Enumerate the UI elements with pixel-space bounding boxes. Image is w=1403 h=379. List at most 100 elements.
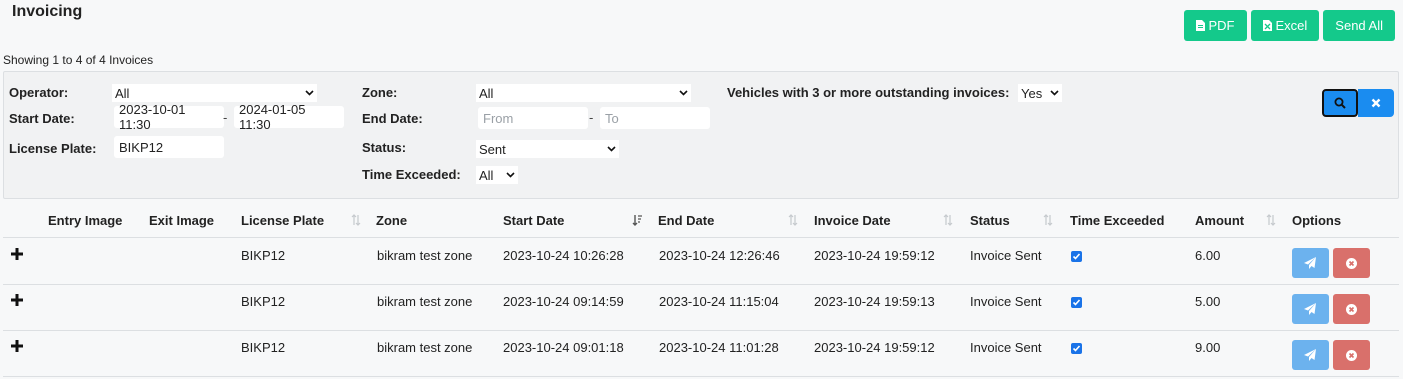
table-row: BIKP12 bikram test zone 2023-10-24 09:14… [3,285,1399,331]
sort-icon[interactable] [943,214,953,226]
send-icon [1304,257,1316,269]
send-icon [1304,349,1316,361]
col-options: Options [1292,213,1342,228]
time-exceeded-label: Time Exceeded: [362,167,461,182]
showing-count: Showing 1 to 4 of 4 Invoices [3,53,154,67]
plus-icon[interactable] [11,340,23,352]
operator-select-value: All [115,85,130,101]
plus-icon[interactable] [11,294,23,306]
status-select[interactable]: Sent [476,140,619,158]
status-select-value: Sent [479,141,506,157]
cell-status: Invoice Sent [970,248,1042,263]
sort-desc-icon[interactable] [632,214,642,226]
cell-zone: bikram test zone [377,294,473,309]
checkbox-icon [1072,345,1081,352]
send-invoice-button[interactable] [1292,294,1329,324]
end-date-from-input[interactable]: From [478,107,588,129]
time-exceeded-select[interactable]: All [476,166,518,184]
sort-icon[interactable] [1043,214,1053,226]
time-exceeded-checkbox[interactable] [1071,297,1082,308]
excel-button[interactable]: Excel [1250,10,1320,41]
send-invoice-button[interactable] [1292,340,1329,370]
operator-select[interactable]: All [112,84,317,102]
start-date-label: Start Date: [9,111,75,126]
cell-zone: bikram test zone [377,340,473,355]
send-icon [1304,303,1316,315]
cell-amount: 6.00 [1195,248,1221,263]
cell-invoice-date: 2023-10-24 19:59:12 [814,340,935,355]
plus-icon[interactable] [11,248,23,260]
time-exceeded-checkbox[interactable] [1071,251,1082,262]
zone-label: Zone: [362,85,398,100]
cell-invoice-date: 2023-10-24 19:59:13 [814,294,935,309]
sort-icon[interactable] [351,214,361,226]
file-excel-icon [1262,20,1272,31]
filter-panel: Operator: All Start Date: 2023-10-01 11:… [3,71,1399,199]
chevron-down-icon [679,90,688,96]
chevron-down-icon [305,90,314,96]
search-icon [1334,97,1346,109]
start-date-to-input[interactable]: 2024-01-05 11:30 [234,102,344,132]
cell-amount: 9.00 [1195,340,1221,355]
pdf-button[interactable]: PDF [1183,10,1247,41]
file-pdf-icon [1195,20,1205,31]
col-entry-image: Entry Image [48,213,123,228]
cell-invoice-date: 2023-10-24 19:59:12 [814,248,935,263]
delete-invoice-button[interactable] [1333,340,1370,370]
end-date-label: End Date: [362,111,423,126]
cell-zone: bikram test zone [377,248,473,263]
license-plate-label: License Plate: [9,141,97,156]
license-plate-input[interactable]: BIKP12 [114,136,224,158]
sort-icon[interactable] [1266,214,1276,226]
chevron-down-icon [1050,90,1059,96]
cell-end-date: 2023-10-24 12:26:46 [659,248,780,263]
end-date-to-input[interactable]: To [600,107,710,129]
search-button[interactable] [1322,89,1358,117]
send-all-button-label: Send All [1335,18,1383,33]
cell-license-plate: BIKP12 [241,248,286,263]
cell-license-plate: BIKP12 [241,340,286,355]
cell-amount: 5.00 [1195,294,1221,309]
cell-end-date: 2023-10-24 11:15:04 [659,294,779,309]
table-header: Entry Image Exit Image License Plate Zon… [3,205,1399,238]
zone-select-value: All [479,85,494,101]
vehicles-outstanding-select[interactable]: Yes [1018,84,1062,102]
table-row: BIKP12 bikram test zone 2023-10-24 09:01… [3,331,1399,377]
chevron-down-icon [607,146,616,152]
cell-start-date: 2023-10-24 09:14:59 [503,294,624,309]
col-zone[interactable]: Zone [376,213,407,228]
delete-invoice-button[interactable] [1333,294,1370,324]
cell-license-plate: BIKP12 [241,294,286,309]
cell-end-date: 2023-10-24 11:01:28 [659,340,779,355]
clear-filters-button[interactable] [1358,89,1394,117]
start-date-from-input[interactable]: 2023-10-01 11:30 [114,102,224,132]
remove-icon [1346,303,1357,315]
send-all-button[interactable]: Send All [1323,10,1395,41]
page-title: Invoicing [12,3,83,20]
send-invoice-button[interactable] [1292,248,1329,278]
delete-invoice-button[interactable] [1333,248,1370,278]
status-label: Status: [362,140,407,155]
checkbox-icon [1072,253,1081,260]
pdf-button-label: PDF [1208,18,1235,33]
remove-icon [1346,257,1357,269]
zone-select[interactable]: All [476,84,691,102]
col-start-date[interactable]: Start Date [503,213,564,228]
time-exceeded-checkbox[interactable] [1071,343,1082,354]
col-status[interactable]: Status [970,213,1010,228]
checkbox-icon [1072,299,1081,306]
remove-icon [1346,349,1357,361]
sort-icon[interactable] [788,214,798,226]
close-icon [1371,98,1381,108]
operator-label: Operator: [9,85,69,100]
col-license-plate[interactable]: License Plate [241,213,324,228]
chevron-down-icon [506,172,515,178]
end-date-range-dash: - [589,110,594,125]
col-invoice-date[interactable]: Invoice Date [814,213,891,228]
cell-start-date: 2023-10-24 10:26:28 [503,248,624,263]
col-end-date[interactable]: End Date [658,213,714,228]
col-amount[interactable]: Amount [1195,213,1244,228]
excel-button-label: Excel [1275,18,1308,33]
cell-status: Invoice Sent [970,340,1042,355]
col-exit-image: Exit Image [149,213,215,228]
